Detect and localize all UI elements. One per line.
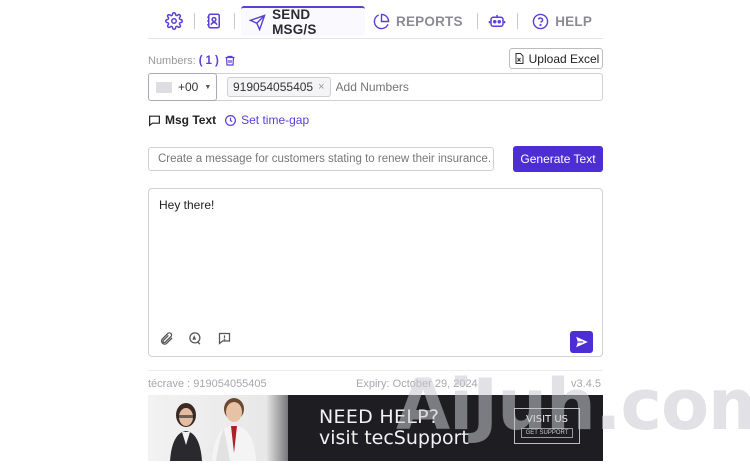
- numbers-count-open: (: [198, 54, 203, 67]
- banner-fade: [266, 395, 306, 461]
- tab-reports[interactable]: REPORTS: [365, 6, 471, 36]
- chip-remove-icon[interactable]: ×: [318, 81, 324, 93]
- nav-divider: [517, 13, 519, 29]
- ai-rewrite-icon[interactable]: [188, 331, 203, 346]
- help-circle-icon: [532, 13, 549, 30]
- banner-photo: [148, 395, 306, 461]
- generate-text-button[interactable]: Generate Text: [513, 146, 603, 172]
- tab-send-msgs[interactable]: SEND MSG/S: [241, 6, 366, 37]
- numbers-count: 1: [205, 54, 212, 67]
- nav-underline: [148, 38, 603, 39]
- clock-icon: [224, 114, 237, 127]
- numbers-label: Numbers:: [148, 54, 196, 67]
- msg-text-option[interactable]: Msg Text: [148, 113, 216, 127]
- nav-divider: [234, 13, 236, 29]
- contacts-book-icon[interactable]: [201, 7, 229, 35]
- set-time-gap-label: Set time-gap: [241, 113, 310, 127]
- footer-divider: [148, 370, 603, 371]
- numbers-label-row: Numbers: ( 1 ): [148, 54, 236, 67]
- tab-help-label: HELP: [555, 13, 593, 29]
- person-woman-image: [170, 403, 202, 461]
- pie-chart-icon: [373, 13, 390, 30]
- get-support-label: GET SUPPORT: [520, 428, 574, 438]
- person-man-image: [212, 398, 256, 461]
- ai-prompt-input[interactable]: Create a message for customers stating t…: [148, 147, 494, 171]
- banner-headline: NEED HELP?: [319, 406, 440, 428]
- message-textarea[interactable]: Hey there!: [148, 188, 603, 357]
- bot-icon[interactable]: [484, 7, 512, 35]
- top-nav: SEND MSG/S REPORTS HELP: [160, 4, 600, 38]
- tab-send-msgs-label: SEND MSG/S: [272, 7, 317, 37]
- number-chip: 919054055405 ×: [227, 77, 331, 97]
- message-alert-icon[interactable]: [217, 331, 232, 346]
- country-flag-icon: [156, 81, 172, 93]
- footer-expiry: Expiry: October 29, 2024: [356, 378, 478, 390]
- upload-excel-button[interactable]: Upload Excel: [509, 48, 603, 69]
- country-code-select[interactable]: +00 ▼: [148, 73, 217, 101]
- number-chip-value: 919054055405: [233, 80, 314, 94]
- send-arrow-icon: [575, 335, 589, 349]
- message-options: Msg Text Set time-gap: [148, 113, 309, 127]
- send-icon: [249, 13, 266, 31]
- banner-subline: visit tecSupport: [319, 427, 469, 449]
- nav-divider: [193, 13, 195, 29]
- attachment-paperclip-icon[interactable]: [159, 331, 174, 346]
- support-banner[interactable]: NEED HELP? visit tecSupport VISIT US GET…: [148, 395, 603, 461]
- msg-text-label: Msg Text: [165, 113, 217, 127]
- numbers-count-close: ): [214, 54, 219, 67]
- set-time-gap-option[interactable]: Set time-gap: [224, 113, 309, 127]
- upload-excel-label: Upload Excel: [528, 51, 600, 66]
- settings-gear-icon[interactable]: [160, 7, 188, 35]
- visit-us-label: VISIT US: [525, 414, 569, 425]
- tab-help[interactable]: HELP: [524, 6, 600, 36]
- nav-divider: [476, 13, 478, 29]
- footer-version: v3.4.5: [571, 378, 601, 390]
- message-toolbar: [159, 331, 232, 346]
- numbers-input-row: +00 ▼ 919054055405 ×: [148, 73, 603, 101]
- ai-prompt-text: Create a message for customers stating t…: [158, 153, 492, 165]
- excel-file-icon: [513, 52, 525, 65]
- tab-reports-label: REPORTS: [396, 13, 463, 29]
- footer-user: técrave : 919054055405: [148, 378, 267, 390]
- message-bubble-icon: [148, 114, 161, 127]
- visit-us-button[interactable]: VISIT US GET SUPPORT: [514, 408, 580, 444]
- add-numbers-input[interactable]: [335, 80, 486, 94]
- country-code-value: +00: [178, 80, 199, 94]
- trash-icon[interactable]: [224, 54, 236, 67]
- send-message-button[interactable]: [570, 331, 593, 353]
- generate-text-label: Generate Text: [520, 152, 596, 166]
- chevron-down-icon: ▼: [204, 83, 212, 91]
- message-text: Hey there!: [159, 198, 215, 212]
